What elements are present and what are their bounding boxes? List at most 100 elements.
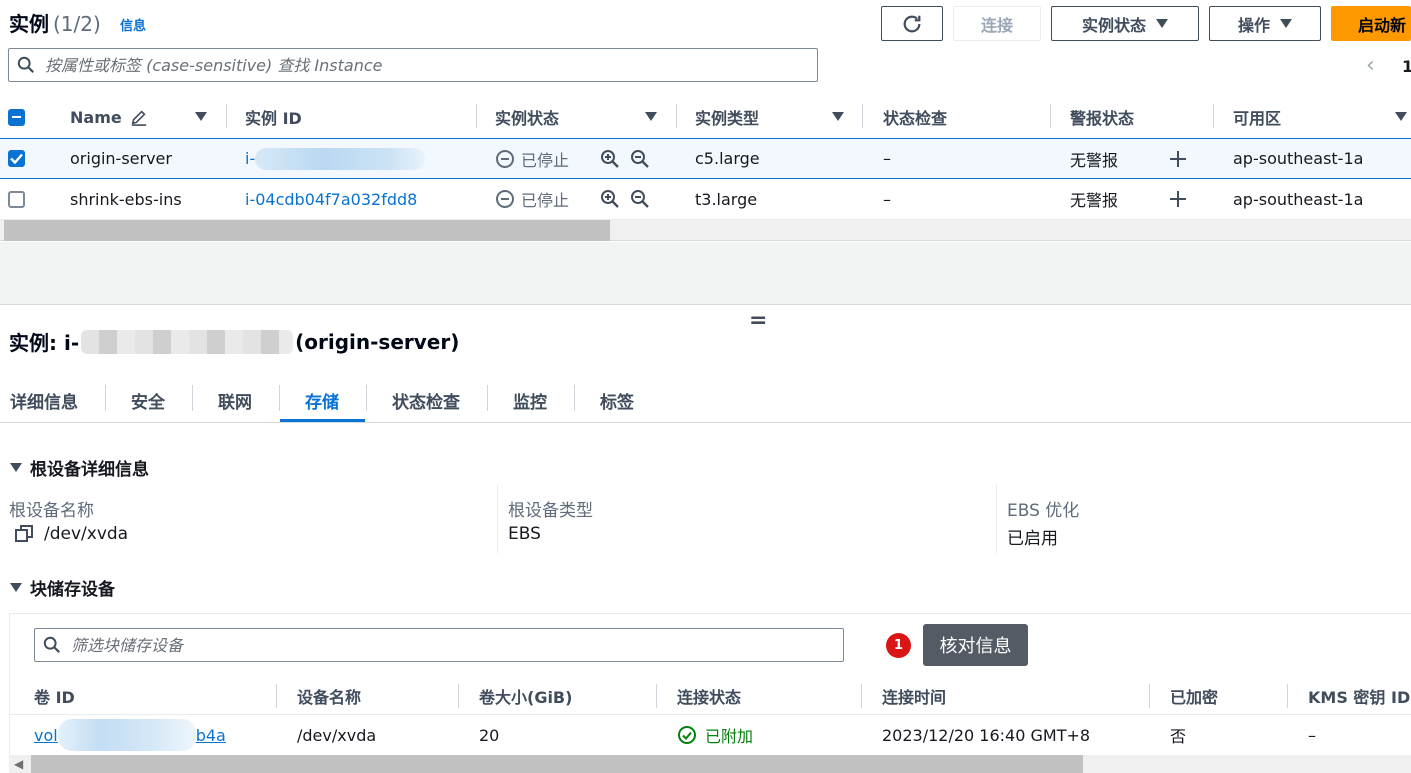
redacted-id — [57, 719, 196, 751]
caret-down-icon — [10, 583, 22, 592]
col-attach-state[interactable]: 连接状态 — [677, 678, 741, 714]
page-title: 实例 (1/2) — [9, 12, 101, 36]
root-device-name-label: 根设备名称 — [9, 501, 94, 521]
add-alarm-icon[interactable] — [1168, 149, 1188, 169]
info-link[interactable]: 信息 — [120, 15, 146, 34]
col-instance-state[interactable]: 实例状态 — [495, 96, 559, 138]
zoom-in-icon[interactable] — [600, 149, 620, 169]
col-availability-zone[interactable]: 可用区 — [1233, 96, 1281, 138]
tab-networking[interactable]: 联网 — [218, 378, 252, 422]
instance-id-link[interactable]: i- — [245, 139, 426, 178]
scroll-left-icon[interactable]: ◀ — [14, 757, 23, 771]
status-check: – — [883, 189, 891, 209]
root-device-section-toggle[interactable]: 根设备详细信息 — [10, 455, 149, 480]
instance-id-link[interactable]: i-04cdb04f7a032fdd8 — [245, 179, 417, 219]
copy-icon[interactable] — [14, 524, 34, 544]
table-row[interactable]: origin-server i- 已停止 c5.large – 无警报 ap-s… — [0, 138, 1411, 179]
redacted-id — [81, 329, 294, 354]
col-attach-time[interactable]: 连接时间 — [882, 678, 946, 714]
stopped-icon — [496, 190, 514, 208]
root-device-type-label: 根设备类型 — [508, 501, 593, 521]
instance-state-button[interactable]: 实例状态 — [1051, 6, 1199, 41]
filter-caret-icon[interactable] — [1395, 112, 1407, 121]
col-encrypted[interactable]: 已加密 — [1170, 678, 1218, 714]
filter-input[interactable] — [71, 635, 791, 655]
caret-down-icon — [1280, 19, 1292, 28]
scrollbar-thumb[interactable] — [4, 220, 610, 241]
annotation-tooltip: 核对信息 — [923, 624, 1028, 666]
filter-caret-icon[interactable] — [832, 112, 844, 121]
col-device-name[interactable]: 设备名称 — [297, 678, 361, 714]
refresh-button[interactable] — [881, 6, 943, 41]
edit-pencil-icon — [131, 110, 146, 126]
table-row[interactable]: shrink-ebs-ins i-04cdb04f7a032fdd8 已停止 t… — [0, 179, 1411, 220]
scrollbar-thumb[interactable] — [31, 755, 1083, 773]
status-check: – — [883, 149, 891, 168]
root-device-name-value: /dev/xvda — [14, 524, 128, 544]
instance-name: shrink-ebs-ins — [70, 189, 182, 209]
annotation-badge: 1 — [886, 633, 911, 658]
pager-prev-icon[interactable]: ‹ — [1366, 53, 1375, 78]
ebs-optimized-label: EBS 优化 — [1007, 501, 1080, 521]
selection-count: (1/2) — [53, 12, 101, 36]
volume-size: 20 — [479, 725, 500, 745]
zoom-out-icon[interactable] — [630, 149, 650, 169]
tab-tags[interactable]: 标签 — [600, 378, 634, 422]
col-status-check[interactable]: 状态检查 — [883, 96, 947, 138]
attach-state: 已附加 — [677, 716, 753, 754]
connect-button[interactable]: 连接 — [953, 6, 1041, 41]
zoom-out-icon[interactable] — [630, 189, 650, 209]
caret-down-icon — [1156, 19, 1168, 28]
filter-caret-icon[interactable] — [195, 112, 207, 121]
search-icon — [17, 56, 34, 73]
indeterminate-checkbox[interactable] — [8, 108, 25, 126]
col-kms-key-id[interactable]: KMS 密钥 ID — [1308, 678, 1410, 714]
kms-key-id: – — [1308, 725, 1316, 745]
tab-monitoring[interactable]: 监控 — [513, 378, 547, 422]
split-panel-gap — [0, 242, 1411, 305]
instance-state: 已停止 — [495, 179, 569, 219]
col-volume-id[interactable]: 卷 ID — [34, 678, 75, 714]
tab-security[interactable]: 安全 — [131, 378, 165, 422]
row-checkbox[interactable] — [8, 190, 25, 208]
alarm-status: 无警报 — [1070, 191, 1119, 210]
launch-instance-button[interactable]: 启动新 — [1331, 6, 1411, 41]
search-input[interactable] — [45, 55, 765, 75]
select-all-checkbox[interactable] — [8, 96, 25, 138]
col-instance-id[interactable]: 实例 ID — [245, 96, 302, 138]
filter-caret-icon[interactable] — [645, 112, 657, 121]
availability-zone: ap-southeast-1a — [1233, 149, 1364, 168]
instance-type: c5.large — [695, 149, 760, 168]
caret-down-icon — [10, 463, 22, 472]
split-panel-drag-handle[interactable]: = — [749, 308, 767, 333]
volume-id-link[interactable]: vol b4a — [34, 716, 226, 754]
ebs-optimized-value: 已启用 — [1007, 529, 1058, 549]
redacted-id — [255, 147, 426, 170]
col-alarm-status[interactable]: 警报状态 — [1070, 96, 1134, 138]
col-volume-size[interactable]: 卷大小(GiB) — [479, 678, 572, 714]
tab-details[interactable]: 详细信息 — [10, 378, 78, 422]
attach-time: 2023/12/20 16:40 GMT+8 — [882, 725, 1091, 745]
block-devices-section-toggle[interactable]: 块储存设备 — [10, 575, 115, 600]
add-alarm-icon[interactable] — [1168, 189, 1188, 209]
table-horizontal-scrollbar[interactable] — [0, 220, 1411, 241]
block-device-filter[interactable] — [34, 628, 844, 662]
tab-storage[interactable]: 存储 — [305, 378, 339, 422]
col-name[interactable]: Name — [70, 96, 148, 138]
stopped-icon — [496, 149, 514, 168]
block-table-horizontal-scrollbar[interactable]: ◀ — [9, 755, 1411, 773]
tab-status-checks[interactable]: 状态检查 — [392, 378, 460, 422]
instance-state: 已停止 — [495, 139, 569, 178]
alarm-status: 无警报 — [1070, 150, 1119, 170]
row-checkbox[interactable] — [8, 150, 25, 167]
zoom-in-icon[interactable] — [600, 189, 620, 209]
actions-button[interactable]: 操作 — [1209, 6, 1321, 41]
pager-current-page[interactable]: 1 — [1402, 57, 1411, 76]
availability-zone: ap-southeast-1a — [1233, 189, 1364, 209]
refresh-icon — [903, 15, 921, 32]
root-device-type-value: EBS — [508, 524, 541, 544]
detail-title: 实例: i- (origin-server) — [9, 329, 460, 355]
instance-search[interactable] — [8, 48, 818, 82]
col-instance-type[interactable]: 实例类型 — [695, 96, 759, 138]
check-icon — [10, 153, 23, 164]
